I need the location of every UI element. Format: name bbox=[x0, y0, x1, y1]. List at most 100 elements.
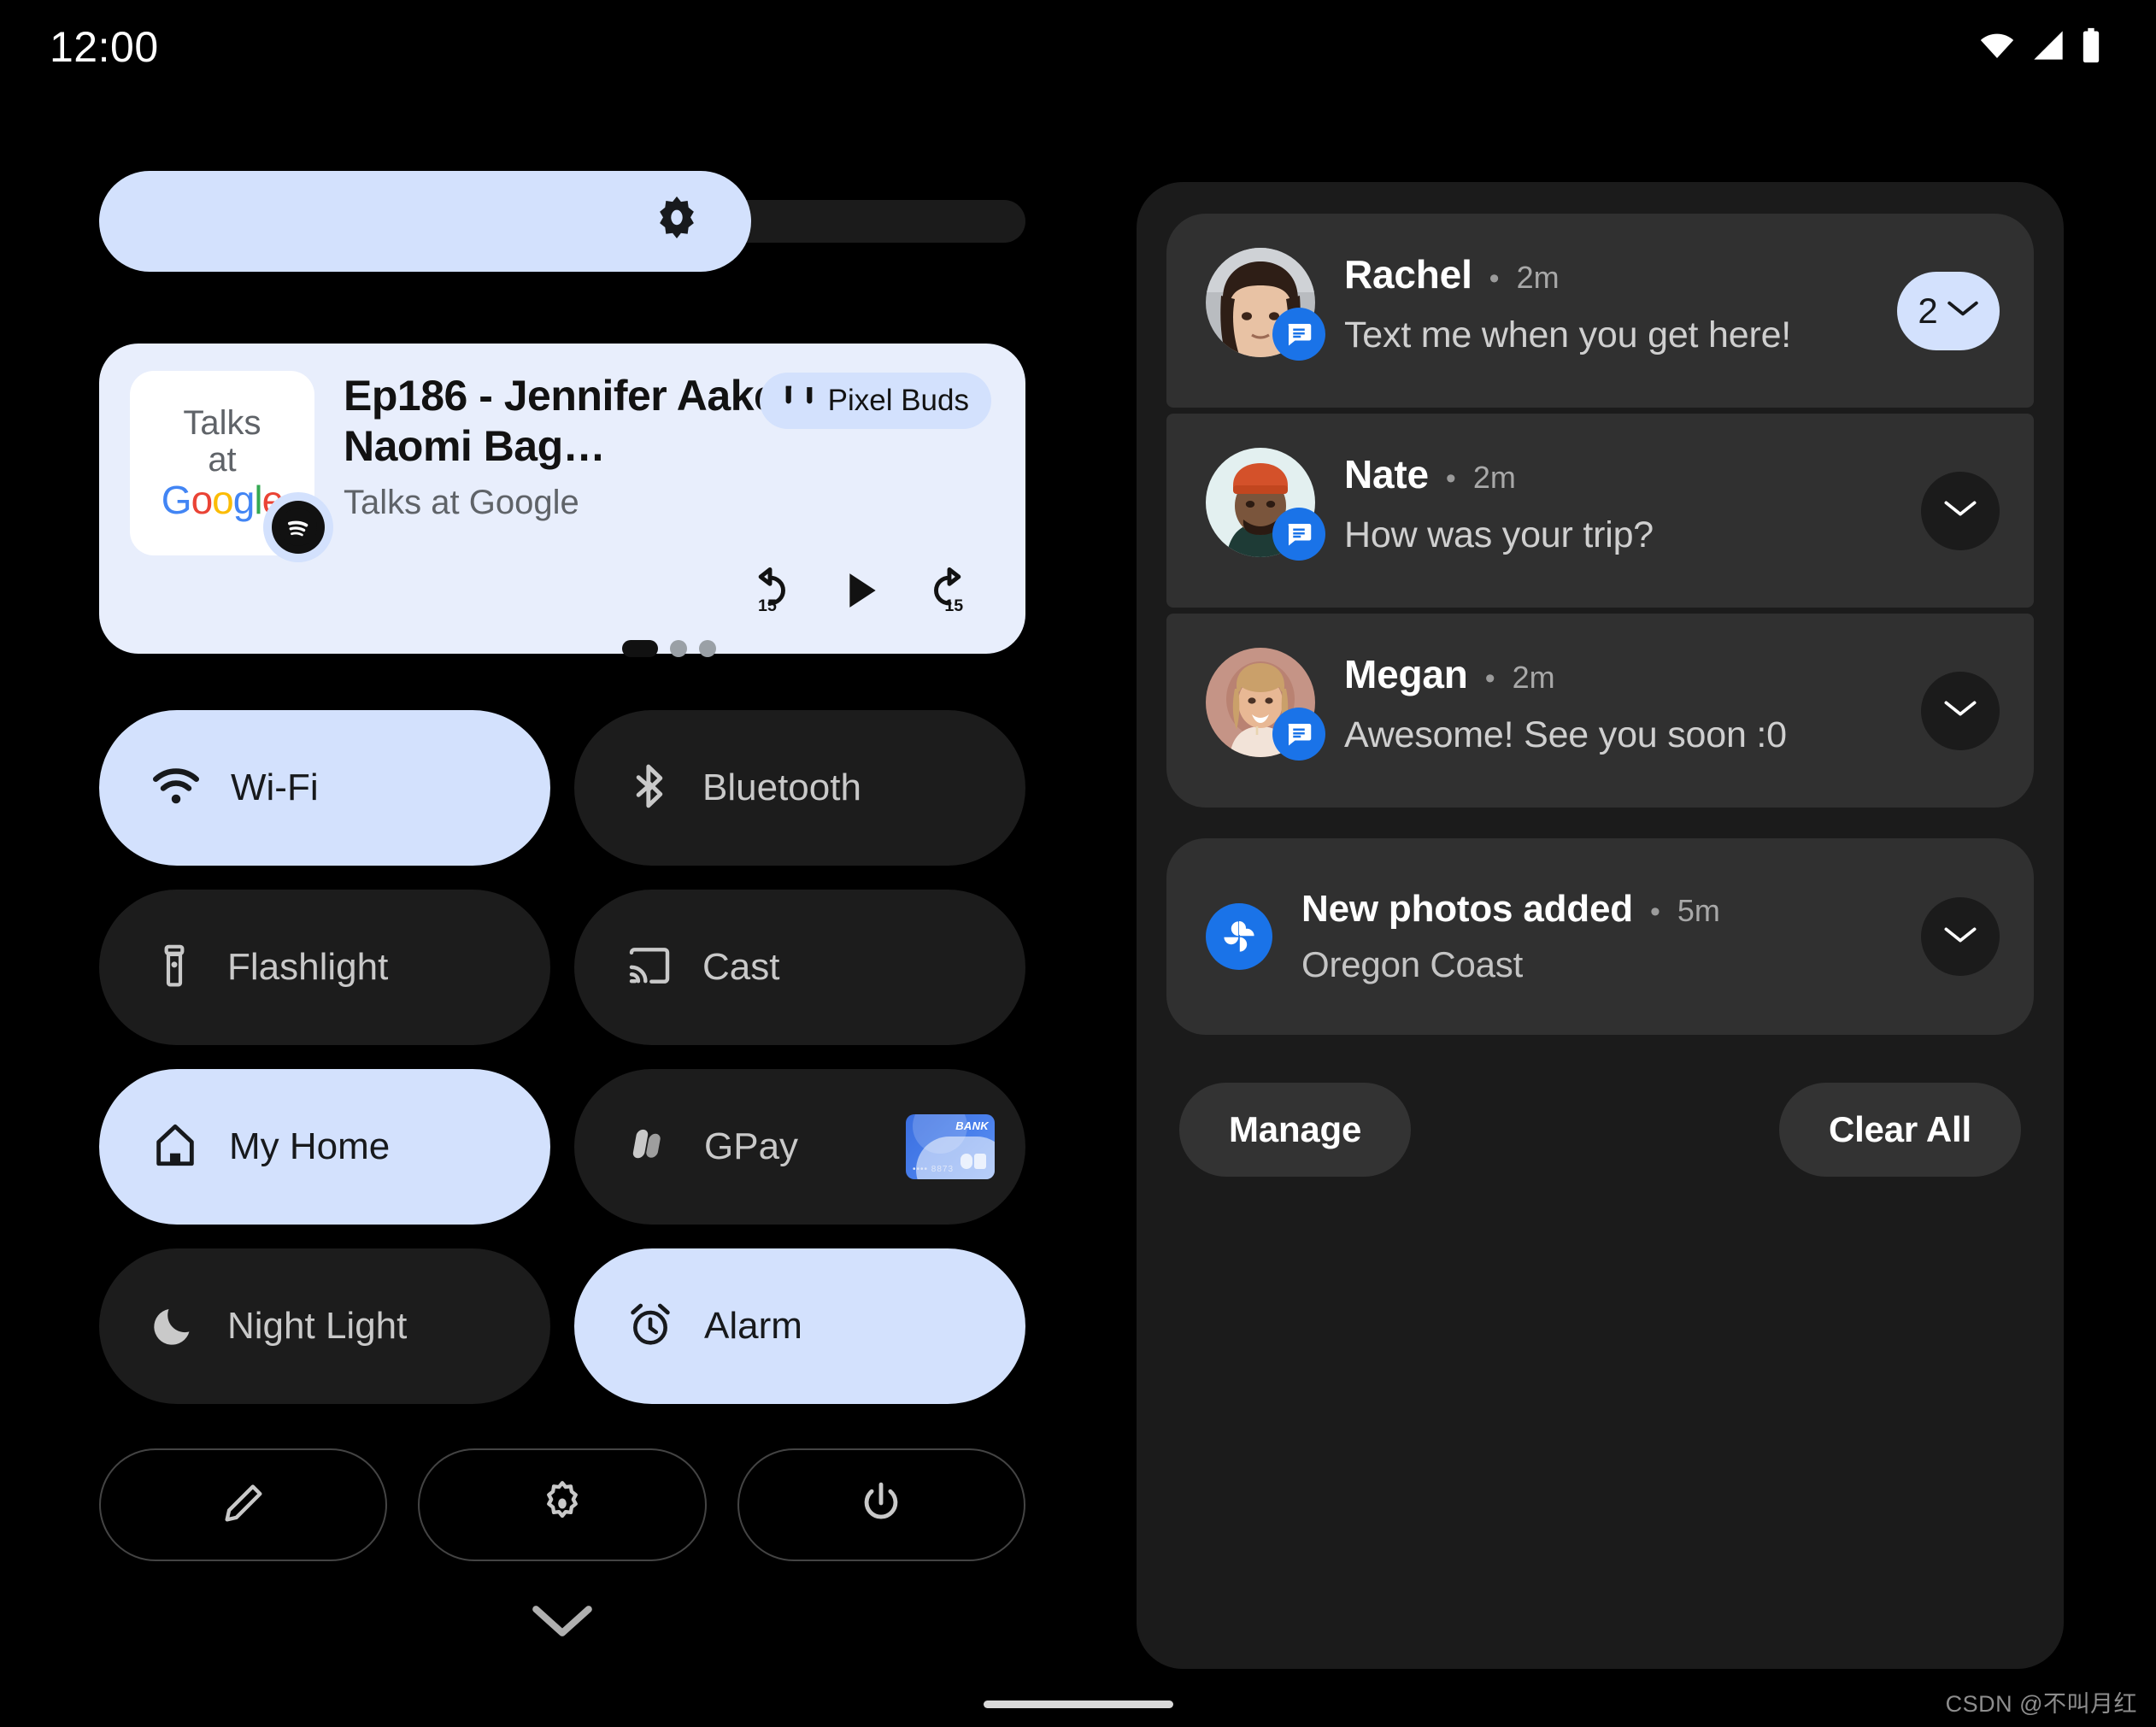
notification-title: New photos added bbox=[1301, 888, 1633, 930]
gpay-card-thumbnail: BANK •••• 8873 bbox=[906, 1114, 995, 1179]
shade-action-buttons: Manage Clear All bbox=[1166, 1083, 2034, 1177]
tile-my-home[interactable]: My Home bbox=[99, 1069, 550, 1225]
chevron-down-icon bbox=[1947, 297, 1979, 324]
tile-label: Flashlight bbox=[227, 946, 389, 988]
messages-icon bbox=[1272, 508, 1325, 561]
quick-settings-footer-actions bbox=[99, 1448, 1025, 1561]
notification-time: 2m bbox=[1516, 260, 1560, 295]
tile-bluetooth[interactable]: Bluetooth bbox=[574, 710, 1025, 866]
tile-label: Night Light bbox=[227, 1305, 408, 1347]
tile-label: GPay bbox=[704, 1125, 799, 1167]
notification-header: New photos added • 5m bbox=[1301, 888, 1994, 931]
album-art-line-1: Talks bbox=[183, 404, 261, 443]
pencil-icon bbox=[219, 1478, 268, 1532]
media-page-dots[interactable] bbox=[344, 640, 995, 657]
bluetooth-icon bbox=[626, 762, 673, 814]
page-dot-2[interactable] bbox=[670, 640, 687, 657]
messages-icon bbox=[1272, 708, 1325, 761]
notification-sender: Nate bbox=[1344, 452, 1429, 496]
tile-label: Bluetooth bbox=[702, 767, 861, 808]
quick-settings-panel: Talks at Google Ep186 - Jennifer Aaker &… bbox=[99, 171, 1025, 1646]
notification-expand-button[interactable] bbox=[1921, 897, 2000, 976]
power-icon bbox=[856, 1478, 906, 1532]
moon-icon bbox=[150, 1301, 198, 1353]
tile-alarm[interactable]: Alarm bbox=[574, 1248, 1025, 1404]
forward-15-button[interactable]: 15 bbox=[923, 564, 976, 621]
messages-icon bbox=[1272, 308, 1325, 361]
manage-button[interactable]: Manage bbox=[1179, 1083, 1412, 1177]
notification-message: How was your trip? bbox=[1344, 514, 1654, 555]
notification-row[interactable]: Nate • 2m How was your trip? bbox=[1166, 414, 2034, 608]
notification-time: 5m bbox=[1677, 893, 1720, 928]
navigation-pill[interactable] bbox=[983, 1701, 1173, 1708]
notification-body: New photos added • 5m Oregon Coast bbox=[1301, 888, 1994, 985]
edit-tiles-button[interactable] bbox=[99, 1448, 388, 1561]
notification-shade: Rachel • 2m Text me when you get here! 2 bbox=[1137, 182, 2064, 1669]
notification-row[interactable]: Rachel • 2m Text me when you get here! 2 bbox=[1166, 214, 2034, 408]
media-output-chip[interactable]: Pixel Buds bbox=[759, 373, 991, 429]
battery-icon bbox=[2079, 26, 2103, 68]
notification-row[interactable]: Megan • 2m Awesome! See you soon :0 bbox=[1166, 614, 2034, 808]
notification-body: Megan • 2m Awesome! See you soon :0 bbox=[1344, 648, 1994, 756]
media-player-card[interactable]: Talks at Google Ep186 - Jennifer Aaker &… bbox=[99, 344, 1025, 657]
conversation-notification-group: Rachel • 2m Text me when you get here! 2 bbox=[1166, 214, 2034, 808]
gear-icon bbox=[538, 1478, 587, 1532]
media-subtitle: Talks at Google bbox=[344, 484, 579, 521]
cast-icon bbox=[626, 942, 673, 994]
tile-cast[interactable]: Cast bbox=[574, 890, 1025, 1045]
page-dot-1[interactable] bbox=[622, 640, 658, 657]
settings-button[interactable] bbox=[418, 1448, 707, 1561]
watermark: CSDN @不叫月红 bbox=[1945, 1691, 2137, 1717]
chevron-down-icon bbox=[1943, 923, 1977, 951]
gpay-card-chip-icon bbox=[961, 1154, 986, 1169]
chevron-down-icon bbox=[531, 1601, 594, 1646]
avatar-wrapper bbox=[1206, 448, 1325, 561]
notification-header: Nate • 2m bbox=[1344, 451, 1994, 497]
tile-wifi[interactable]: Wi-Fi bbox=[99, 710, 550, 866]
tile-flashlight[interactable]: Flashlight bbox=[99, 890, 550, 1045]
tile-gpay[interactable]: GPay BANK •••• 8873 bbox=[574, 1069, 1025, 1225]
chevron-down-icon bbox=[1943, 696, 1977, 725]
earbuds-icon bbox=[782, 385, 816, 418]
clear-all-button[interactable]: Clear All bbox=[1778, 1083, 2021, 1177]
notification-sender: Megan bbox=[1344, 652, 1468, 696]
wifi-icon bbox=[150, 761, 202, 816]
notification-time: 2m bbox=[1512, 660, 1555, 695]
notification-expand-button[interactable]: 2 bbox=[1897, 271, 2000, 350]
gpay-icon bbox=[626, 1120, 675, 1174]
page-dot-3[interactable] bbox=[699, 640, 716, 657]
collapse-shade-button[interactable] bbox=[99, 1601, 1025, 1646]
notification-separator: • bbox=[1445, 462, 1456, 495]
tile-label: Cast bbox=[702, 946, 780, 988]
notification-sender: Rachel bbox=[1344, 252, 1472, 297]
notification-message: Text me when you get here! bbox=[1344, 314, 1792, 355]
tile-night-light[interactable]: Night Light bbox=[99, 1248, 550, 1404]
spotify-icon bbox=[272, 501, 325, 554]
notification-header: Megan • 2m bbox=[1344, 651, 1994, 697]
avatar-wrapper bbox=[1206, 248, 1325, 361]
status-icon-group bbox=[1977, 26, 2103, 68]
brightness-slider[interactable] bbox=[99, 171, 1025, 272]
gpay-card-bank-label: BANK bbox=[955, 1119, 989, 1132]
photos-notification-row[interactable]: New photos added • 5m Oregon Coast bbox=[1166, 838, 2034, 1035]
notification-expand-button[interactable] bbox=[1921, 671, 2000, 750]
notification-message: Oregon Coast bbox=[1301, 944, 1524, 984]
rewind-15-button[interactable]: 15 bbox=[743, 564, 796, 621]
cellular-signal-icon bbox=[2030, 28, 2067, 67]
notification-separator: • bbox=[1649, 896, 1660, 928]
notification-body: Nate • 2m How was your trip? bbox=[1344, 448, 1994, 556]
power-button[interactable] bbox=[737, 1448, 1025, 1561]
brightness-fill[interactable] bbox=[99, 171, 751, 272]
flashlight-icon bbox=[150, 942, 198, 994]
quick-settings-tiles: Wi-Fi Bluetooth Flashlight Cast My Home … bbox=[99, 710, 1025, 1404]
album-art-wrapper: Talks at Google bbox=[130, 371, 333, 562]
svg-text:15: 15 bbox=[758, 596, 777, 615]
notification-count: 2 bbox=[1918, 290, 1938, 331]
play-button[interactable] bbox=[836, 567, 884, 619]
svg-text:15: 15 bbox=[944, 596, 963, 615]
notification-separator: • bbox=[1484, 662, 1495, 695]
notification-expand-button[interactable] bbox=[1921, 471, 2000, 550]
tile-label: Wi-Fi bbox=[231, 767, 319, 808]
status-bar: 12:00 bbox=[0, 0, 2156, 94]
notification-message: Awesome! See you soon :0 bbox=[1344, 714, 1787, 755]
